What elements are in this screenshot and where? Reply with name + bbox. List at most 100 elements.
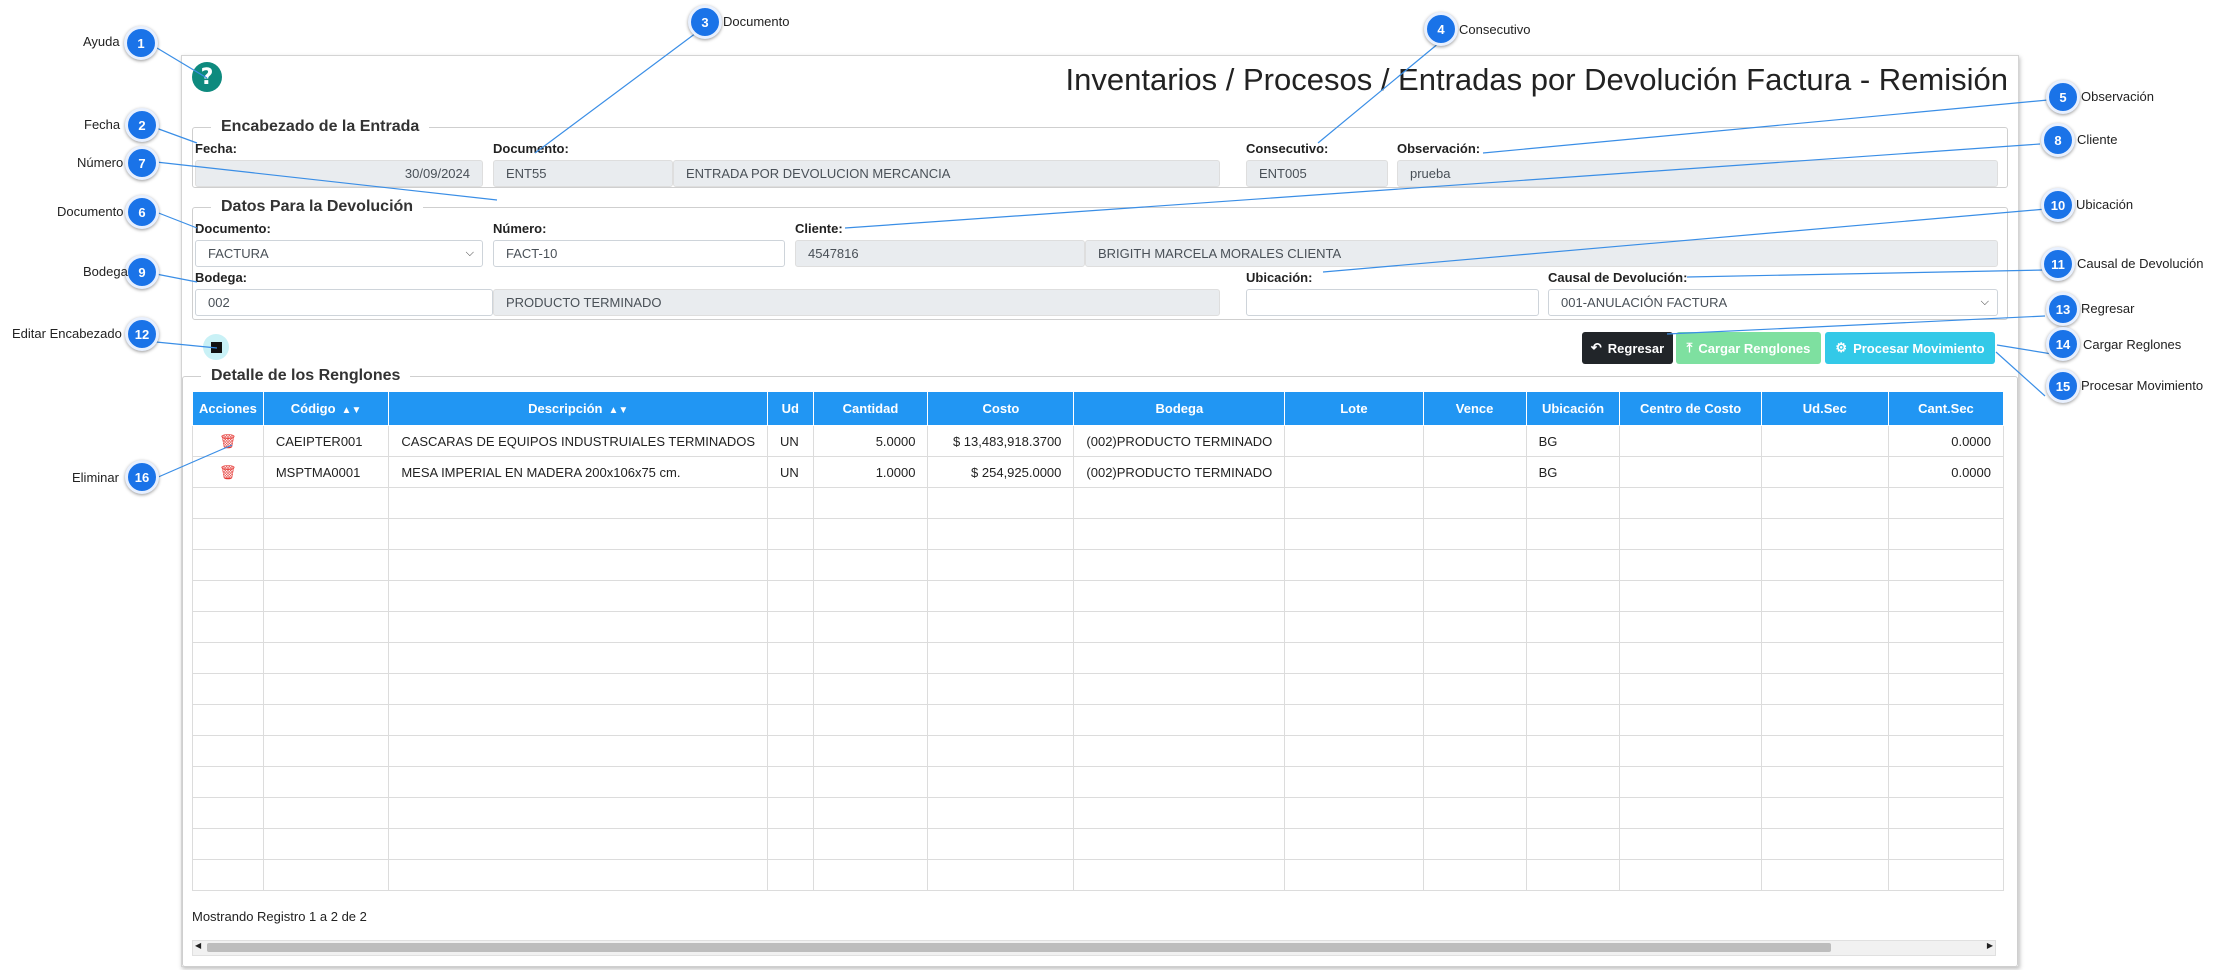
cant-sec-cell: 0.0000 [1887,456,2004,488]
regresar-button[interactable]: ↶ Regresar [1582,332,1673,364]
empty-row [192,487,2004,519]
empty-cell [1284,611,1424,643]
causal-select[interactable]: 001-ANULACIÓN FACTURA ⌵ [1548,289,1998,316]
callout-badge-13: 13 [2046,292,2080,326]
dev-documento-select[interactable]: FACTURA ⌵ [195,240,483,267]
codigo-cell: MSPTMA0001 [262,456,390,488]
procesar-movimiento-button[interactable]: ⚙ Procesar Movimiento [1825,332,1995,364]
empty-cell [388,518,769,550]
help-icon[interactable]: ? [192,62,222,92]
empty-cell [767,704,814,736]
column-header-descripcion[interactable]: Descripción ▲▼ [388,391,769,426]
documento-desc-field: ENTRADA POR DEVOLUCION MERCANCIA [673,160,1220,187]
bodega-cell: (002)PRODUCTO TERMINADO [1073,425,1286,457]
empty-cell [1284,797,1424,829]
horizontal-scrollbar[interactable]: ◀ ▶ [192,940,1996,956]
empty-cell [388,611,769,643]
callout-badge-3: 3 [688,5,722,39]
fecha-field[interactable]: 30/09/2024 [195,160,483,187]
empty-cell [1525,766,1621,798]
empty-cell [262,673,390,705]
vence-cell [1422,456,1527,488]
column-header-cantidad: Cantidad [812,391,929,426]
empty-row [192,673,2004,705]
empty-cell [388,673,769,705]
callout-badge-4: 4 [1424,12,1458,46]
empty-cell [767,797,814,829]
empty-cell [1525,611,1621,643]
empty-cell [1619,797,1762,829]
empty-cell [262,859,390,891]
observacion-label: Observación: [1397,141,1481,156]
callout-label-3: Documento [723,14,790,29]
edit-header-button[interactable] [203,334,229,360]
empty-cell [1887,704,2004,736]
empty-cell [812,797,929,829]
empty-cell [388,828,769,860]
column-header-lote: Lote [1284,391,1424,426]
empty-cell [1284,642,1424,674]
empty-cell [1887,487,2004,519]
column-header-ud-sec: Ud.Sec [1760,391,1889,426]
empty-cell [1525,704,1621,736]
cargar-renglones-button[interactable]: ⤒ Cargar Renglones [1676,332,1821,364]
empty-cell [1619,828,1762,860]
dev-documento-value: FACTURA [208,246,269,261]
consecutivo-field[interactable]: ENT005 [1246,160,1388,187]
bodega-name-field: PRODUCTO TERMINADO [493,289,1220,316]
ubicacion-field[interactable] [1246,289,1539,316]
ud-sec-cell [1760,456,1889,488]
empty-cell [812,580,929,612]
empty-cell [1422,580,1527,612]
scroll-thumb[interactable] [207,943,1831,952]
cliente-name-field: BRIGITH MARCELA MORALES CLIENTA [1085,240,1998,267]
empty-cell [1760,611,1889,643]
scroll-left-icon[interactable]: ◀ [195,941,201,950]
column-header-costo: Costo [927,391,1075,426]
trash-icon[interactable]: 🗑 [219,433,237,449]
trash-icon[interactable]: 🗑 [219,464,237,480]
sort-icon: ▲▼ [608,405,629,416]
numero-field[interactable]: FACT-10 [493,240,785,267]
cliente-code-field[interactable]: 4547816 [795,240,1085,267]
empty-cell [812,611,929,643]
table-row: 🗑 MSPTMA0001 MESA IMPERIAL EN MADERA 200… [192,456,2004,488]
empty-cell [1284,828,1424,860]
empty-cell [1619,735,1762,767]
empty-cell [1887,642,2004,674]
bodega-cell: (002)PRODUCTO TERMINADO [1073,456,1286,488]
empty-cell [388,797,769,829]
empty-cell [1284,580,1424,612]
empty-cell [1073,673,1286,705]
empty-cell [192,828,264,860]
column-header-codigo[interactable]: Código ▲▼ [262,391,390,426]
empty-cell [927,797,1075,829]
empty-cell [192,766,264,798]
bodega-code-field[interactable]: 002 [195,289,493,316]
empty-cell [1887,673,2004,705]
empty-cell [1760,549,1889,581]
empty-cell [1422,487,1527,519]
scroll-right-icon[interactable]: ▶ [1987,941,1993,950]
documento-code-field[interactable]: ENT55 [493,160,673,187]
callout-label-11: Causal de Devolución [2077,256,2204,271]
empty-cell [767,735,814,767]
empty-cell [1760,580,1889,612]
empty-cell [1073,580,1286,612]
page-title: Inventarios / Procesos / Entradas por De… [1065,62,2008,97]
empty-cell [192,611,264,643]
empty-cell [262,766,390,798]
empty-row [192,828,2004,860]
empty-cell [1619,673,1762,705]
regresar-label: Regresar [1607,340,1665,356]
empty-cell [812,704,929,736]
empty-cell [1422,797,1527,829]
observacion-field[interactable]: prueba [1397,160,1998,187]
main-panel: ? Inventarios / Procesos / Entradas por … [181,55,2019,967]
empty-cell [192,487,264,519]
empty-cell [927,580,1075,612]
empty-cell [1422,735,1527,767]
empty-cell [262,797,390,829]
pencil-square-icon [210,341,222,353]
empty-cell [1422,518,1527,550]
